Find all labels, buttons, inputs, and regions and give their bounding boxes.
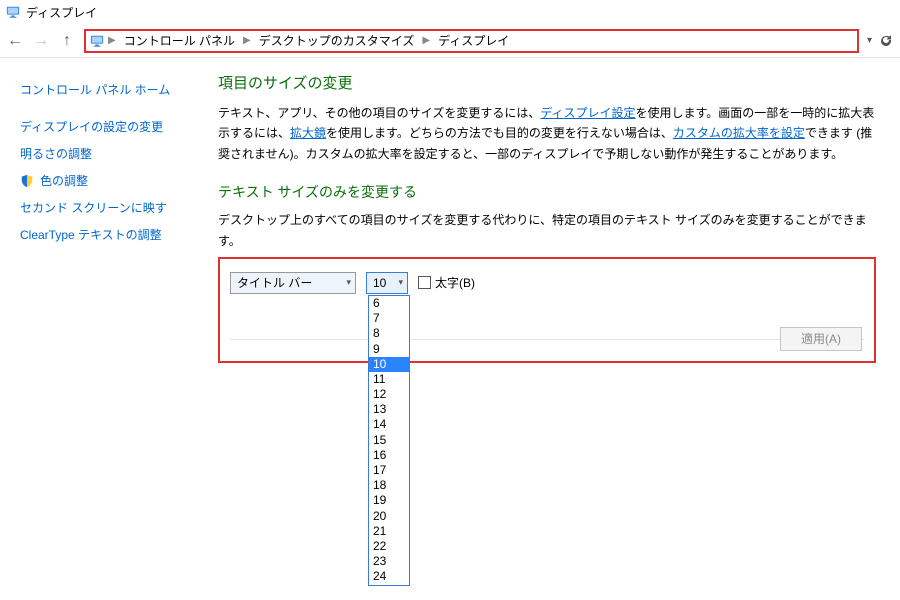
sidebar-item-label: 色の調整 (40, 172, 88, 189)
size-option[interactable]: 18 (369, 478, 409, 493)
chevron-right-icon: ▶ (243, 35, 251, 46)
sidebar-item-label: 明るさの調整 (20, 145, 92, 162)
chevron-down-icon: ▾ (398, 277, 403, 288)
breadcrumb-item[interactable]: デスクトップのカスタマイズ (255, 32, 419, 49)
size-option[interactable]: 16 (369, 448, 409, 463)
size-option[interactable]: 7 (369, 311, 409, 326)
breadcrumb-item[interactable]: ディスプレイ (434, 32, 513, 49)
chevron-down-icon[interactable]: ▾ (867, 35, 872, 46)
link-display-settings[interactable]: ディスプレイ設定 (540, 106, 635, 120)
sidebar-item-display-settings[interactable]: ディスプレイの設定の変更 (20, 113, 202, 140)
navbar: ← → ↑ ▶ コントロール パネル ▶ デスクトップのカスタマイズ ▶ ディス… (0, 24, 900, 58)
subtext: デスクトップ上のすべての項目のサイズを変更する代わりに、特定の項目のテキスト サ… (218, 210, 876, 251)
back-button[interactable]: ← (6, 32, 24, 50)
sidebar-item-second-screen[interactable]: セカンド スクリーンに映す (20, 194, 202, 221)
size-option[interactable]: 12 (369, 387, 409, 402)
up-button[interactable]: ↑ (58, 32, 76, 50)
shield-icon (20, 174, 34, 188)
size-option[interactable]: 17 (369, 463, 409, 478)
size-option[interactable]: 6 (369, 296, 409, 311)
refresh-button[interactable] (878, 33, 894, 49)
size-option[interactable]: 9 (369, 342, 409, 357)
size-option[interactable]: 10 (369, 357, 409, 372)
text-fragment: テキスト、アプリ、その他の項目のサイズを変更するには、 (218, 106, 540, 120)
sidebar-item-label: ClearType テキストの調整 (20, 226, 162, 243)
sidebar-item-home[interactable]: コントロール パネル ホーム (20, 76, 202, 103)
chevron-down-icon: ▾ (346, 277, 351, 288)
checkbox-box (418, 276, 431, 289)
size-option[interactable]: 15 (369, 433, 409, 448)
display-icon (90, 34, 104, 48)
size-option[interactable]: 11 (369, 372, 409, 387)
sidebar-item-brightness[interactable]: 明るさの調整 (20, 140, 202, 167)
item-combo-value: タイトル バー (237, 274, 312, 291)
chevron-right-icon: ▶ (422, 35, 430, 46)
size-option[interactable]: 23 (369, 554, 409, 569)
size-dropdown-list[interactable]: 6789101112131415161718192021222324 (368, 295, 410, 586)
size-option[interactable]: 8 (369, 326, 409, 341)
sidebar-item-label: ディスプレイの設定の変更 (20, 118, 163, 135)
sidebar-item-label: コントロール パネル ホーム (20, 81, 170, 98)
sidebar-item-color[interactable]: 色の調整 (20, 167, 202, 194)
size-option[interactable]: 24 (369, 569, 409, 584)
breadcrumb[interactable]: ▶ コントロール パネル ▶ デスクトップのカスタマイズ ▶ ディスプレイ (84, 29, 859, 53)
bold-checkbox-label: 太字(B) (435, 274, 475, 291)
titlebar: ディスプレイ (0, 0, 900, 24)
forward-button[interactable]: → (32, 32, 50, 50)
apply-button[interactable]: 適用(A) (780, 327, 862, 351)
text-fragment: を使用します。どちらの方法でも目的の変更を行えない場合は、 (326, 126, 673, 140)
item-combo[interactable]: タイトル バー ▾ (230, 272, 356, 294)
link-magnifier[interactable]: 拡大鏡 (290, 126, 326, 140)
size-combo[interactable]: 10 ▾ (366, 272, 408, 294)
display-icon (6, 5, 20, 19)
size-combo-value: 10 (373, 276, 386, 290)
divider (230, 339, 864, 340)
size-option[interactable]: 13 (369, 402, 409, 417)
size-option[interactable]: 21 (369, 524, 409, 539)
window-title: ディスプレイ (26, 4, 97, 21)
text-size-panel: タイトル バー ▾ 10 ▾ 太字(B) 適用(A) 6789101112131… (218, 257, 876, 363)
chevron-right-icon: ▶ (108, 35, 116, 46)
link-custom-scale[interactable]: カスタムの拡大率を設定 (673, 126, 805, 140)
sidebar: コントロール パネル ホーム ディスプレイの設定の変更 明るさの調整 色の調整 … (0, 58, 210, 600)
breadcrumb-item[interactable]: コントロール パネル (120, 32, 239, 49)
description-text: テキスト、アプリ、その他の項目のサイズを変更するには、ディスプレイ設定を使用しま… (218, 103, 876, 164)
heading-text-size: テキスト サイズのみを変更する (218, 182, 876, 202)
sidebar-item-cleartype[interactable]: ClearType テキストの調整 (20, 221, 202, 248)
size-option[interactable]: 19 (369, 493, 409, 508)
bold-checkbox[interactable]: 太字(B) (418, 274, 475, 291)
size-option[interactable]: 22 (369, 539, 409, 554)
size-option[interactable]: 14 (369, 417, 409, 432)
size-option[interactable]: 20 (369, 509, 409, 524)
main-content: 項目のサイズの変更 テキスト、アプリ、その他の項目のサイズを変更するには、ディス… (210, 58, 900, 600)
heading-item-size: 項目のサイズの変更 (218, 72, 876, 93)
sidebar-item-label: セカンド スクリーンに映す (20, 199, 167, 216)
